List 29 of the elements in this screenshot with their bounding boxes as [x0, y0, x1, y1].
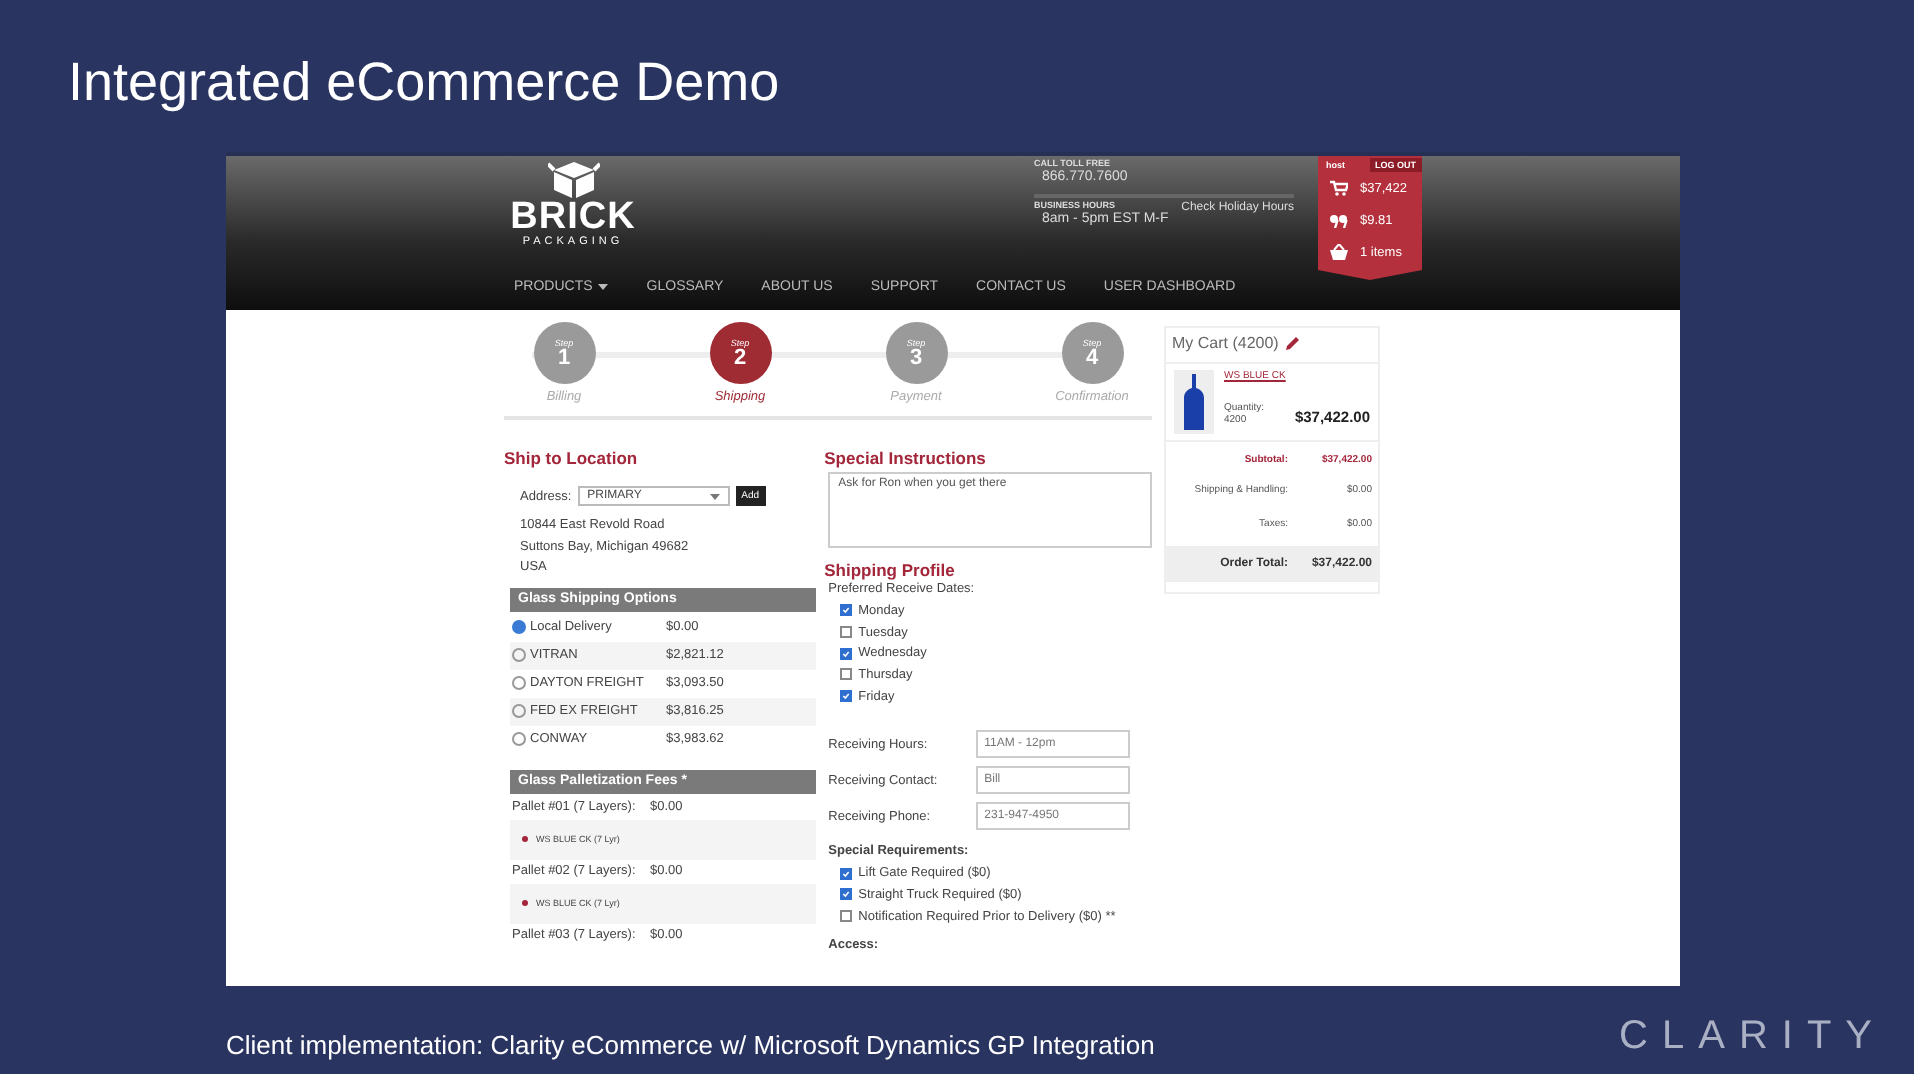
radio-button[interactable] — [512, 732, 526, 746]
caret-icon — [709, 493, 720, 499]
slide-title: Integrated eCommerce Demo — [66, 50, 782, 116]
radio-button[interactable] — [512, 676, 526, 690]
checkbox[interactable] — [840, 690, 853, 703]
bottle-image — [1174, 370, 1214, 434]
checkbox[interactable] — [840, 910, 853, 923]
box-logo-icon — [547, 160, 599, 200]
radio-button[interactable] — [512, 704, 526, 718]
pencil-icon — [1286, 336, 1301, 350]
cart-icon — [1330, 180, 1348, 196]
section-heading: Ship to Location — [504, 448, 640, 468]
checkbox[interactable] — [840, 626, 853, 639]
radio-button[interactable] — [512, 620, 526, 634]
checkbox[interactable] — [840, 888, 853, 901]
checkbox[interactable] — [840, 604, 853, 617]
checkbox[interactable] — [840, 647, 853, 660]
section-heading: Shipping Profile — [824, 560, 957, 580]
logo-name: BRICK — [510, 200, 636, 236]
basket-icon — [1330, 244, 1348, 260]
slide-caption: Client implementation: Clarity eCommerce w/ Microsoft Dynamics GP Integration — [226, 1030, 1155, 1060]
checkbox[interactable] — [840, 668, 853, 681]
section-heading: Special Instructions — [824, 448, 988, 468]
caret-icon — [598, 284, 609, 290]
radio-button[interactable] — [512, 648, 526, 662]
cart-title: My Cart (4200) — [1172, 334, 1279, 352]
brand-logo: CLARITY — [1619, 1014, 1886, 1060]
checkbox[interactable] — [840, 867, 853, 880]
quote-icon — [1330, 213, 1348, 227]
